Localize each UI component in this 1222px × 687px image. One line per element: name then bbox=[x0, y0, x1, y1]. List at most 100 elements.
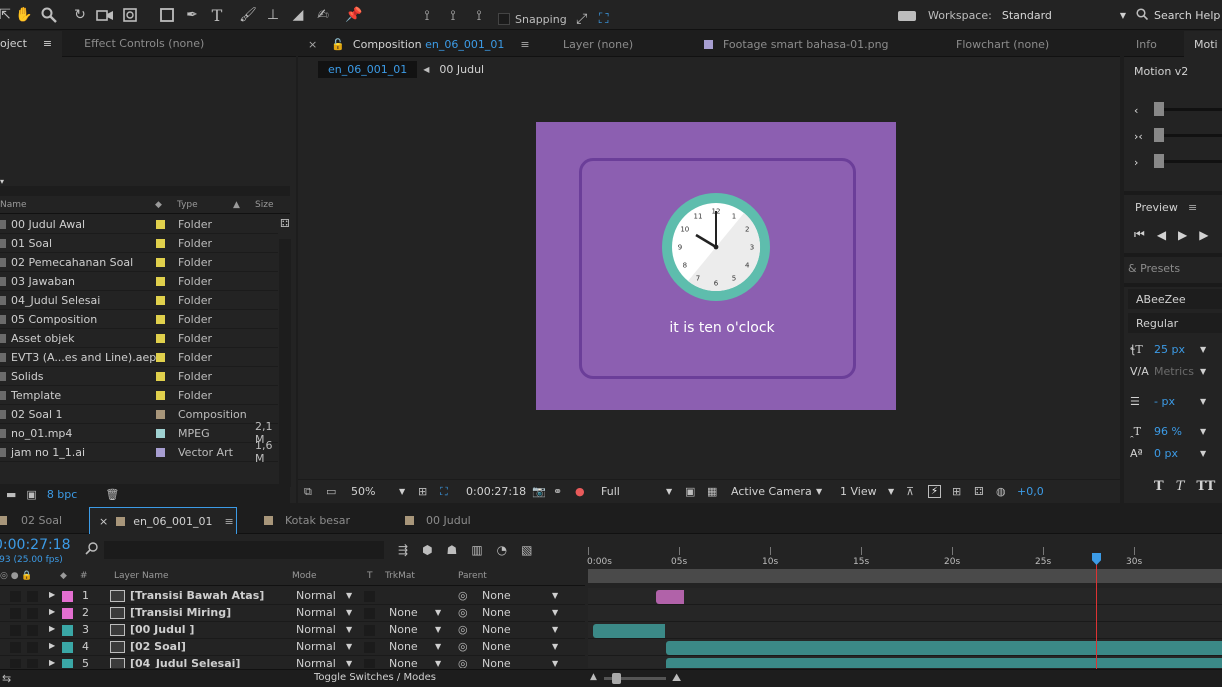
chevron-down-icon[interactable]: ▼ bbox=[888, 487, 894, 496]
next-frame-icon[interactable]: ▶ bbox=[1199, 228, 1208, 242]
view-axis-icon[interactable]: ⟟ bbox=[468, 5, 490, 27]
composition-canvas[interactable]: 121234567891011 it is ten o'clock bbox=[536, 122, 896, 410]
type-tool-icon[interactable]: T bbox=[206, 4, 228, 26]
faux-italic-icon[interactable]: T bbox=[1176, 479, 1185, 494]
lock-icon[interactable]: 🔓 bbox=[331, 38, 345, 51]
effects-presets-tab[interactable]: & Presets bbox=[1128, 262, 1180, 275]
layer-name[interactable]: [02 Soal] bbox=[130, 640, 186, 653]
snapshot-icon[interactable]: 📷 bbox=[532, 485, 546, 498]
expand-triangle-icon[interactable]: ▶ bbox=[49, 641, 55, 650]
project-item[interactable]: Solids Folder bbox=[0, 367, 278, 386]
solo-switch[interactable] bbox=[27, 625, 38, 636]
project-item[interactable]: 02 Soal 1 Composition bbox=[0, 405, 278, 424]
all-caps-icon[interactable]: TT bbox=[1196, 479, 1215, 494]
video-switch[interactable] bbox=[10, 625, 21, 636]
snap-features-icon[interactable]: ⛶ bbox=[593, 8, 615, 30]
frame-blending-icon[interactable]: ▥ bbox=[471, 543, 482, 557]
layer-label-swatch[interactable] bbox=[62, 591, 73, 602]
preserve-transparency-box[interactable] bbox=[364, 608, 375, 619]
preserve-transparency-box[interactable] bbox=[364, 642, 375, 653]
tab-composition[interactable]: Composition en_06_001_01 bbox=[353, 38, 504, 51]
local-axis-icon[interactable]: ⟟ bbox=[416, 5, 438, 27]
zoom-out-icon[interactable]: ▲ bbox=[590, 672, 597, 682]
layer-label-swatch[interactable] bbox=[62, 659, 73, 668]
new-comp-icon[interactable]: ▣ bbox=[26, 488, 36, 501]
project-search-area[interactable] bbox=[0, 186, 290, 196]
slider-track[interactable] bbox=[1154, 108, 1222, 111]
resolution-select[interactable]: Full bbox=[601, 485, 620, 498]
faux-bold-icon[interactable]: T bbox=[1154, 479, 1164, 494]
graph-editor-icon[interactable]: ▧ bbox=[521, 543, 532, 557]
project-item[interactable]: Asset objek Folder bbox=[0, 329, 278, 348]
project-item[interactable]: EVT3 (A...es and Line).aep Folder bbox=[0, 348, 278, 367]
kerning-value[interactable]: Metrics bbox=[1154, 365, 1200, 378]
pan-behind-tool-icon[interactable] bbox=[119, 4, 141, 26]
layer-label-swatch[interactable] bbox=[62, 642, 73, 653]
exposure-value[interactable]: +0,0 bbox=[1017, 485, 1044, 498]
layer-mode-select[interactable]: Normal bbox=[296, 606, 336, 619]
expand-triangle-icon[interactable]: ▶ bbox=[49, 607, 55, 616]
panel-menu-icon[interactable]: ≡ bbox=[1188, 201, 1197, 214]
time-ruler[interactable]: 0:00s 05s 10s 15s 20s 25s 30s bbox=[587, 543, 1222, 587]
solo-switch[interactable] bbox=[27, 608, 38, 619]
chevron-down-icon[interactable]: ▼ bbox=[435, 625, 441, 634]
show-snapshot-icon[interactable]: ⚭ bbox=[553, 485, 562, 498]
parent-pickwhip-icon[interactable]: ◎ bbox=[458, 640, 468, 653]
column-mode[interactable]: Mode bbox=[292, 571, 317, 581]
arrow-tool-icon[interactable]: ⇱ bbox=[0, 4, 11, 26]
layer-label-swatch[interactable] bbox=[62, 625, 73, 636]
label-swatch[interactable] bbox=[156, 429, 165, 438]
camera-tool-icon[interactable] bbox=[94, 4, 116, 26]
chevron-down-icon[interactable]: ▼ bbox=[552, 591, 558, 600]
shy-icon[interactable]: ☗ bbox=[447, 543, 458, 557]
video-switch[interactable] bbox=[10, 608, 21, 619]
column-type[interactable]: Type bbox=[177, 200, 198, 210]
chevron-down-icon[interactable]: ▼ bbox=[346, 625, 352, 634]
close-icon[interactable]: × bbox=[99, 515, 108, 528]
label-column-icon[interactable]: ◆ bbox=[155, 200, 162, 210]
parent-select[interactable]: None bbox=[482, 640, 511, 653]
chevron-down-icon[interactable]: ▼ bbox=[666, 487, 672, 496]
label-swatch[interactable] bbox=[156, 410, 165, 419]
always-preview-icon[interactable]: ⧉ bbox=[304, 485, 312, 499]
chevron-down-icon[interactable]: ▼ bbox=[552, 625, 558, 634]
video-switch[interactable] bbox=[10, 591, 21, 602]
layer-row[interactable]: ▶ 2 [Transisi Miring] Normal ▼ None ▼ ◎ None ▼ bbox=[0, 605, 585, 622]
view-layout-select[interactable]: 1 View bbox=[840, 485, 877, 498]
layer-name[interactable]: [Transisi Miring] bbox=[130, 606, 231, 619]
channel-icon[interactable]: ● bbox=[575, 485, 585, 498]
chevron-down-icon[interactable]: ▼ bbox=[346, 642, 352, 651]
toggle-switches-modes[interactable]: Toggle Switches / Modes bbox=[314, 672, 436, 683]
trkmat-select[interactable]: None bbox=[389, 657, 418, 668]
font-size-value[interactable]: 25 px bbox=[1154, 343, 1200, 356]
clone-stamp-tool-icon[interactable]: ⊥ bbox=[262, 4, 284, 26]
chevron-down-icon[interactable]: ▼ bbox=[1200, 367, 1206, 376]
roto-brush-tool-icon[interactable]: ✍ bbox=[312, 4, 334, 26]
project-item[interactable]: no_01.mp4 MPEG 2,1 M bbox=[0, 420, 278, 446]
tab-timeline-kotak-besar[interactable]: Kotak besar bbox=[285, 514, 350, 527]
snapping-toggle[interactable]: Snapping ⤢ ⛶ bbox=[498, 8, 615, 30]
snap-edges-icon[interactable]: ⤢ bbox=[571, 8, 593, 30]
tab-timeline-00-judul[interactable]: 00 Judul bbox=[426, 514, 471, 527]
layer-duration-bar[interactable] bbox=[593, 624, 665, 638]
panel-menu-icon[interactable]: ≡ bbox=[43, 37, 52, 50]
tab-effect-controls[interactable]: Effect Controls (none) bbox=[74, 31, 214, 57]
monitor-icon[interactable]: ▭ bbox=[326, 485, 336, 498]
chevron-down-icon[interactable]: ▼ bbox=[346, 659, 352, 668]
search-icon[interactable] bbox=[85, 542, 99, 559]
expand-triangle-icon[interactable]: ▶ bbox=[49, 624, 55, 633]
project-item[interactable]: 01 Soal Folder bbox=[0, 234, 278, 253]
play-icon[interactable]: ▶ bbox=[1178, 228, 1187, 242]
fast-preview-icon[interactable]: ⚡ bbox=[928, 485, 942, 498]
layer-mode-select[interactable]: Normal bbox=[296, 589, 336, 602]
slider-thumb[interactable] bbox=[1154, 154, 1164, 168]
tab-project[interactable]: oject ≡ bbox=[0, 30, 63, 57]
chevron-down-icon[interactable]: ▼ bbox=[435, 659, 441, 668]
mask-visibility-icon[interactable]: ⛶ bbox=[440, 485, 448, 499]
zoom-slider-thumb[interactable] bbox=[612, 673, 621, 684]
expand-triangle-icon[interactable]: ▶ bbox=[49, 590, 55, 599]
chevron-down-icon[interactable]: ▼ bbox=[552, 642, 558, 651]
trkmat-select[interactable]: None bbox=[389, 640, 418, 653]
solo-switch[interactable] bbox=[27, 642, 38, 653]
eraser-tool-icon[interactable]: ◢ bbox=[287, 4, 309, 26]
